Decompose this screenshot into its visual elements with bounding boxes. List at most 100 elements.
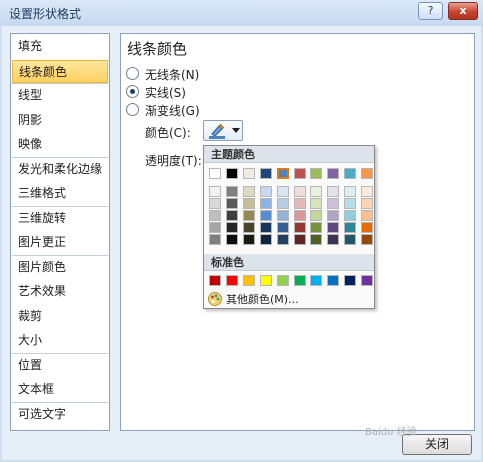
title-bar[interactable]: 设置形状格式 ? x [0,0,483,26]
theme-color-swatch[interactable] [361,198,374,209]
sidebar-item[interactable]: 线条颜色 [12,59,108,83]
theme-color-swatch[interactable] [327,210,340,221]
sidebar-item[interactable]: 映像 [12,133,108,156]
standard-color-swatch[interactable] [361,275,374,286]
close-window-button[interactable]: x [448,2,478,20]
theme-color-swatch[interactable] [225,198,238,209]
theme-color-swatch[interactable] [225,222,238,233]
theme-color-swatch[interactable] [344,234,357,245]
theme-color-swatch[interactable] [344,222,357,233]
sidebar-item[interactable]: 填充 [12,35,108,58]
theme-color-swatch[interactable] [275,167,290,180]
standard-color-swatch[interactable] [276,275,289,286]
theme-color-swatch[interactable] [344,198,357,209]
theme-color-swatch[interactable] [209,234,221,245]
standard-color-swatch[interactable] [310,275,323,286]
sidebar-item[interactable]: 裁剪 [12,305,108,328]
theme-color-swatch[interactable] [310,168,323,179]
theme-color-swatch[interactable] [327,168,340,179]
theme-color-swatch[interactable] [344,210,357,221]
theme-color-swatch[interactable] [242,168,255,179]
theme-color-swatch[interactable] [276,186,289,197]
theme-color-swatch[interactable] [242,186,255,197]
theme-color-swatch[interactable] [225,168,238,179]
color-picker-button[interactable] [203,120,243,141]
sidebar-item[interactable]: 图片更正 [12,231,108,254]
sidebar-item[interactable]: 三维格式 [12,182,108,205]
standard-color-swatch[interactable] [209,275,221,286]
more-colors-label: 其他颜色(M)... [226,293,299,306]
theme-color-swatch[interactable] [361,222,374,233]
theme-color-swatch[interactable] [225,210,238,221]
category-list: 填充 线条颜色 线型 阴影 映像 发光和柔化边缘 三维格式 三维旋转 图片更正 图片颜色 艺术效果裁… [10,33,110,431]
theme-color-swatch[interactable] [259,234,272,245]
theme-color-swatch[interactable] [276,222,289,233]
standard-color-swatch[interactable] [225,275,238,286]
sidebar-item[interactable]: 文本框 [12,378,108,401]
theme-color-swatch[interactable] [293,168,306,179]
sidebar-item[interactable]: 发光和柔化边缘 [12,158,108,181]
theme-color-swatch[interactable] [209,198,221,209]
theme-color-swatch[interactable] [361,186,374,197]
theme-color-swatch[interactable] [209,210,221,221]
pen-color-icon [209,123,225,139]
theme-color-swatch[interactable] [259,186,272,197]
theme-color-swatch[interactable] [225,234,238,245]
theme-color-swatch[interactable] [310,186,323,197]
theme-color-swatch[interactable] [327,186,340,197]
theme-color-swatch[interactable] [310,222,323,233]
sidebar-item[interactable]: 艺术效果 [12,280,108,303]
standard-color-swatch[interactable] [327,275,340,286]
theme-color-swatch[interactable] [344,168,357,179]
standard-color-swatch[interactable] [242,275,255,286]
theme-color-swatch[interactable] [293,186,306,197]
palette-icon [208,292,222,306]
radio-button[interactable] [126,85,139,98]
sidebar-item[interactable]: 阴影 [12,109,108,132]
theme-color-swatch[interactable] [242,222,255,233]
theme-color-swatch[interactable] [276,210,289,221]
theme-color-swatch[interactable] [259,222,272,233]
theme-color-swatch[interactable] [361,168,374,179]
sidebar-item[interactable]: 可选文字 [12,403,108,426]
theme-color-swatch[interactable] [361,234,374,245]
sidebar-item[interactable]: 大小 [12,329,108,352]
theme-color-swatch[interactable] [327,234,340,245]
theme-color-swatch[interactable] [259,198,272,209]
sidebar-item[interactable]: 线型 [12,84,108,107]
radio-button[interactable] [126,67,139,80]
help-button[interactable]: ? [418,2,443,20]
theme-color-swatch[interactable] [209,186,221,197]
theme-color-swatch[interactable] [310,210,323,221]
theme-color-swatch[interactable] [293,234,306,245]
standard-color-swatch[interactable] [344,275,357,286]
theme-color-swatch[interactable] [310,198,323,209]
theme-color-swatch[interactable] [293,198,306,209]
radio-button[interactable] [126,103,139,116]
theme-color-swatch[interactable] [293,210,306,221]
theme-color-swatch[interactable] [293,222,306,233]
theme-color-swatch[interactable] [276,198,289,209]
standard-color-swatch[interactable] [259,275,272,286]
theme-color-swatch[interactable] [361,210,374,221]
theme-color-swatch[interactable] [327,198,340,209]
sidebar-item[interactable]: 三维旋转 [12,207,108,230]
theme-color-swatch[interactable] [327,222,340,233]
theme-color-swatch[interactable] [259,210,272,221]
theme-color-swatch[interactable] [310,234,323,245]
theme-color-swatch[interactable] [209,168,221,179]
sidebar-item[interactable]: 图片颜色 [12,256,108,279]
color-label: 颜色(C): [145,126,191,140]
theme-color-swatch[interactable] [242,210,255,221]
theme-color-swatch[interactable] [242,234,255,245]
theme-color-swatch[interactable] [276,234,289,245]
color-dropdown: 主题颜色 标准色 其他颜色(M)... [203,145,375,309]
sidebar-item[interactable]: 位置 [12,354,108,377]
theme-color-swatch[interactable] [225,186,238,197]
theme-color-swatch[interactable] [344,186,357,197]
theme-color-swatch[interactable] [209,222,221,233]
more-colors-item[interactable]: 其他颜色(M)... [204,290,374,308]
theme-color-swatch[interactable] [259,168,272,179]
standard-color-swatch[interactable] [293,275,306,286]
theme-color-swatch[interactable] [242,198,255,209]
